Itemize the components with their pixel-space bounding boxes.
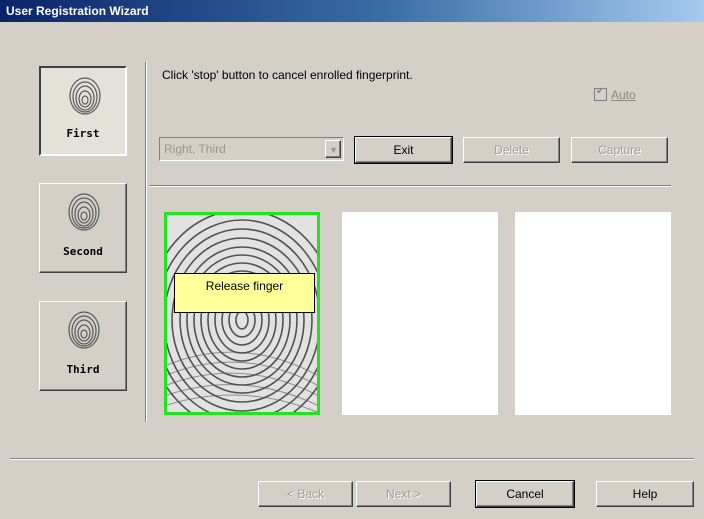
fingerprint-icon	[68, 311, 100, 349]
fingerprint-icon	[68, 193, 100, 231]
finger-select[interactable]: Right, Third	[159, 137, 344, 161]
finger-first-label: First	[66, 127, 100, 140]
finger-third-button[interactable]: Third	[39, 301, 127, 391]
finger-third-label: Third	[66, 363, 100, 376]
auto-label: Auto	[611, 88, 636, 102]
checkbox-icon	[594, 86, 607, 101]
window-title: User Registration Wizard	[6, 4, 149, 18]
fingerprint-image	[167, 215, 317, 412]
horizontal-divider	[149, 185, 671, 187]
title-bar[interactable]: User Registration Wizard	[0, 0, 704, 22]
status-tooltip: Release finger	[174, 273, 315, 313]
capture-slot-3	[515, 212, 671, 415]
capture-button[interactable]: Capture	[571, 137, 668, 163]
finger-second-button[interactable]: Second	[39, 183, 127, 273]
registration-wizard-window: User Registration Wizard First Second Th…	[0, 0, 704, 519]
next-button[interactable]: Next >	[356, 481, 451, 507]
instruction-text: Click 'stop' button to cancel enrolled f…	[162, 68, 413, 82]
chevron-down-icon[interactable]	[325, 140, 341, 159]
capture-slot-2	[342, 212, 498, 415]
exit-button[interactable]: Exit	[354, 136, 453, 164]
delete-button[interactable]: Delete	[463, 137, 560, 163]
help-button[interactable]: Help	[596, 481, 694, 507]
cancel-button[interactable]: Cancel	[475, 480, 575, 508]
fingerprint-icon	[69, 77, 101, 115]
footer-divider	[10, 458, 694, 460]
back-button[interactable]: < Back	[258, 481, 353, 507]
capture-slot-1	[164, 212, 320, 415]
auto-checkbox[interactable]: Auto	[594, 86, 636, 102]
finger-first-button[interactable]: First	[39, 66, 127, 156]
finger-select-value: Right, Third	[164, 142, 226, 156]
vertical-divider	[145, 62, 147, 422]
finger-second-label: Second	[63, 245, 103, 258]
